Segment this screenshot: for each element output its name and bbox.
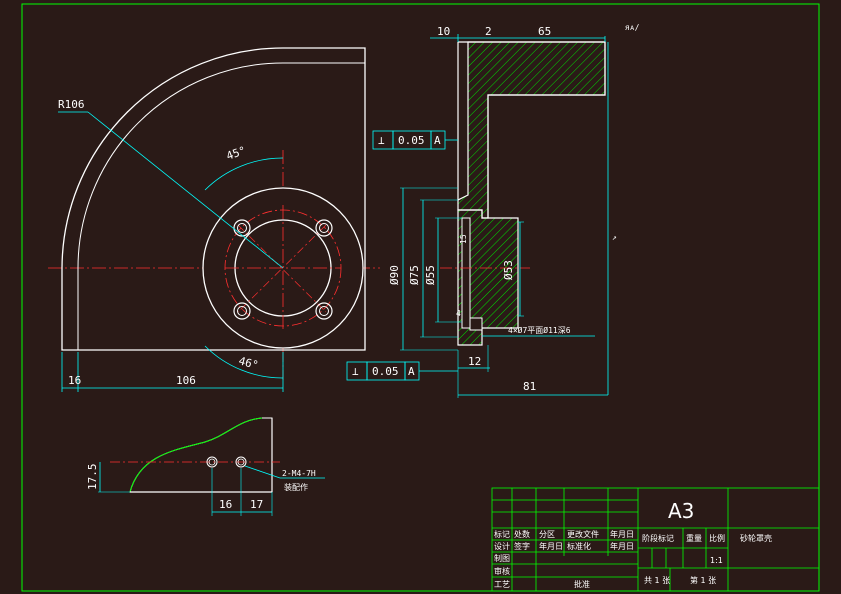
detail-outline: [129, 417, 273, 493]
drawing-frame: [21, 3, 820, 592]
dim-17-5-label: 17.5: [86, 464, 99, 491]
approve-label: 批准: [574, 579, 590, 589]
sheet-size: A3: [668, 499, 694, 523]
dim-2-label: 2: [485, 25, 492, 38]
detail-view: 17.5 16 17 2-M4-7H 装配作: [86, 417, 325, 516]
row1-col3: 分区: [539, 530, 555, 539]
row1-col4: 更改文件: [567, 529, 599, 539]
row1-col1: 标记: [494, 529, 510, 539]
section-counterbore: [469, 317, 483, 331]
dim-small-4: 4: [456, 309, 461, 318]
cad-drawing-canvas: ᴙᴀ∕ R106 45° 46° 16 106 10 2 65 ↗ ⊥ 0.05…: [0, 0, 841, 594]
section-view: 10 2 65 ↗ ⊥ 0.05 A ⊥ 0.05 A Ø90 Ø75 Ø55 …: [346, 25, 617, 398]
dim-81-label: 81: [523, 380, 536, 393]
front-view: R106 45° 46° 16 106: [48, 47, 380, 392]
tol-top-symbol: ⊥: [378, 134, 385, 147]
dim-106-label: 106: [176, 374, 196, 387]
dim-16-detail: 16: [219, 498, 232, 511]
section-hatched-body: [457, 41, 606, 219]
tol-top-value: 0.05: [398, 134, 425, 147]
dim-small-15: 15: [459, 234, 468, 244]
angle-top-arc: [204, 157, 284, 191]
scale-value: 1:1: [710, 556, 723, 565]
drawing-svg: ᴙᴀ∕ R106 45° 46° 16 106 10 2 65 ↗ ⊥ 0.05…: [21, 3, 820, 592]
hole-note: 4×Ø7平面Ø11深6: [508, 325, 571, 335]
thread-note-2: 装配作: [284, 482, 308, 492]
dim-12-label: 12: [468, 355, 481, 368]
row5-label: 工艺: [494, 580, 510, 589]
dim-65-label: 65: [538, 25, 551, 38]
angle-top-label: 45°: [225, 144, 248, 163]
part-name: 砂轮罩壳: [740, 533, 772, 543]
row1-col2: 处数: [514, 529, 530, 539]
dia-55-label: Ø55: [424, 265, 437, 285]
thread-note: 2-M4-7H: [282, 469, 316, 478]
radius-label: R106: [58, 98, 85, 111]
stage-label: 阶段标记: [642, 533, 674, 543]
row2-col3: 年月日: [539, 541, 563, 551]
dim-16-label: 16: [68, 374, 81, 387]
tol-bottom-datum: A: [408, 365, 415, 378]
scale-label: 比例: [709, 533, 725, 543]
dia-53-label: Ø53: [502, 260, 515, 280]
tol-bottom-value: 0.05: [372, 365, 399, 378]
row2-col4: 标准化: [567, 541, 591, 551]
row1-col5: 年月日: [610, 529, 634, 539]
row2-col2: 签字: [514, 541, 530, 551]
detail-break-curve: [129, 417, 263, 493]
row2-col1: 设计: [494, 541, 510, 551]
thread-leader: [244, 465, 281, 479]
row3-label: 制图: [494, 553, 510, 563]
sheets-total: 共 1 张: [644, 576, 670, 585]
dim-10-label: 10: [437, 25, 450, 38]
radius-leader: [87, 111, 284, 269]
tolerance-frame-bottom: ⊥ 0.05 A: [346, 361, 458, 381]
weight-label: 重量: [686, 533, 702, 543]
dia-75-label: Ø75: [408, 265, 421, 285]
tol-top-datum: A: [434, 134, 441, 147]
corner-mark: ᴙᴀ∕: [625, 23, 640, 32]
dia-90-label: Ø90: [388, 265, 401, 285]
dim-17-detail: 17: [250, 498, 263, 511]
row4-label: 审核: [494, 566, 510, 576]
tolerance-frame-top: ⊥ 0.05 A: [372, 130, 458, 150]
sheet-no: 第 1 张: [690, 575, 716, 585]
dim-right-arrow: ↗: [612, 233, 617, 242]
row2-col5: 年月日: [610, 541, 634, 551]
tol-bottom-symbol: ⊥: [352, 365, 359, 378]
